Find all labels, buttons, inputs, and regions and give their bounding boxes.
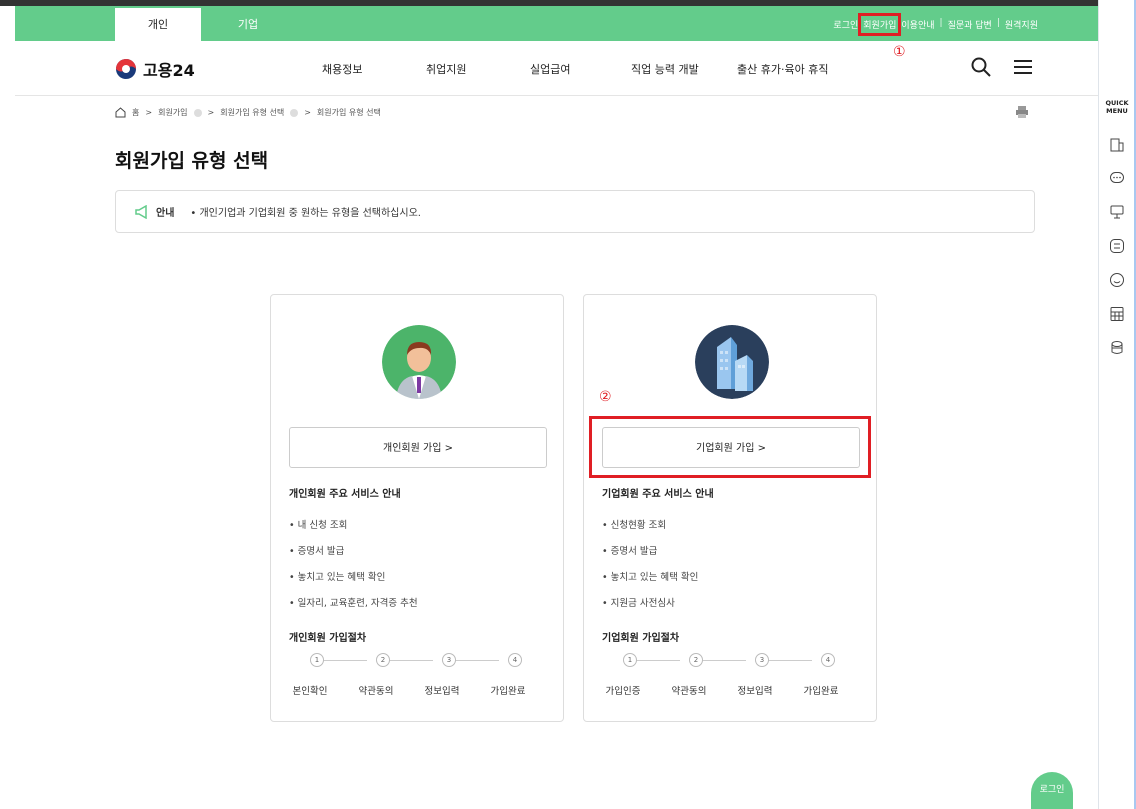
list-item: • 증명서 발급 bbox=[289, 546, 345, 557]
step-label: 본인확인 bbox=[292, 686, 328, 697]
list-item: • 놓치고 있는 혜택 확인 bbox=[602, 572, 699, 583]
list-item: • 지원금 사전심사 bbox=[602, 598, 675, 609]
company-steps-title: 기업회원 가입절차 bbox=[602, 633, 680, 644]
step-number: 1 bbox=[623, 653, 637, 667]
megaphone-icon bbox=[135, 204, 147, 219]
quick-menu-label-line: QUICK bbox=[1105, 99, 1129, 107]
step-label: 정보입력 bbox=[424, 686, 460, 697]
notice-box: 안내 • 개인기업과 기업회원 중 원하는 유형을 선택하십시오. bbox=[115, 190, 1035, 233]
list-item: • 증명서 발급 bbox=[602, 546, 658, 557]
breadcrumb: 홈 > 회원가입 > 회원가입 유형 선택 > 회원가입 유형 선택 bbox=[115, 107, 381, 118]
utility-links: 로그인 회원가입 이용안내 | 질문과 답변 | 원격지원 bbox=[833, 13, 1038, 36]
signup-link[interactable]: 회원가입 bbox=[858, 13, 902, 36]
tab-personal[interactable]: 개인 bbox=[115, 8, 201, 41]
highlight-box bbox=[589, 416, 871, 478]
breadcrumb-arrow: > bbox=[207, 108, 215, 117]
page: 개인 기업 로그인 회원가입 이용안내 | 질문과 답변 | 원격지원 ① 고용… bbox=[0, 0, 1136, 809]
gnb-item-jobs[interactable]: 채용정보 bbox=[322, 61, 362, 77]
site-logo[interactable]: 고용24 bbox=[115, 57, 195, 81]
header-divider bbox=[15, 95, 1098, 96]
database-icon[interactable] bbox=[1109, 340, 1125, 356]
company-member-card: 기업회원 가입 > 기업회원 주요 서비스 안내 • 신청현황 조회 • 증명서… bbox=[583, 294, 877, 722]
search-icon[interactable] bbox=[970, 56, 992, 78]
step-label: 약관동의 bbox=[671, 686, 707, 697]
list-item: • 일자리, 교육훈련, 자격증 추천 bbox=[289, 598, 418, 609]
personal-steps: 1 2 3 4 bbox=[301, 653, 541, 673]
breadcrumb-arrow: > bbox=[145, 108, 153, 117]
breadcrumb-current: 회원가입 유형 선택 bbox=[316, 108, 381, 117]
page-title: 회원가입 유형 선택 bbox=[115, 150, 269, 172]
top-bar: 개인 기업 로그인 회원가입 이용안내 | 질문과 답변 | 원격지원 bbox=[15, 6, 1098, 41]
step-label: 가입완료 bbox=[490, 686, 526, 697]
step-label: 가입완료 bbox=[803, 686, 839, 697]
gnb-item-training[interactable]: 직업 능력 개발 bbox=[631, 61, 699, 77]
quick-menu-bar: QUICK MENU bbox=[1098, 0, 1136, 809]
gnb-item-employment-support[interactable]: 취업지원 bbox=[426, 61, 466, 77]
personal-steps-title: 개인회원 가입절차 bbox=[289, 633, 367, 644]
step-number: 3 bbox=[442, 653, 456, 667]
breadcrumb-arrow: > bbox=[304, 108, 311, 117]
chat-icon[interactable] bbox=[1109, 170, 1125, 186]
guide-link[interactable]: 이용안내 bbox=[901, 18, 934, 31]
login-link[interactable]: 로그인 bbox=[833, 18, 858, 31]
gnb-item-leave[interactable]: 출산 휴가·육아 휴직 bbox=[737, 61, 828, 77]
list-item: • 놓치고 있는 혜택 확인 bbox=[289, 572, 386, 583]
list-item: • 신청현황 조회 bbox=[602, 520, 667, 531]
step-label: 가입인증 bbox=[605, 686, 641, 697]
qna-link[interactable]: 질문과 답변 bbox=[948, 18, 992, 31]
separator: | bbox=[996, 18, 1000, 28]
personal-signup-button[interactable]: 개인회원 가입 > bbox=[289, 427, 547, 468]
personal-member-card: 개인회원 가입 > 개인회원 주요 서비스 안내 • 내 신청 조회 • 증명서… bbox=[270, 294, 564, 722]
person-avatar-icon bbox=[382, 325, 456, 399]
step-number: 4 bbox=[508, 653, 522, 667]
personal-services-title: 개인회원 주요 서비스 안내 bbox=[289, 489, 401, 500]
breadcrumb-item[interactable]: 회원가입 유형 선택 bbox=[220, 107, 284, 118]
step-number: 3 bbox=[755, 653, 769, 667]
step-number: 4 bbox=[821, 653, 835, 667]
dropdown-dot-icon[interactable] bbox=[193, 108, 202, 117]
dropdown-dot-icon[interactable] bbox=[290, 108, 299, 117]
step-label: 약관동의 bbox=[358, 686, 394, 697]
notice-text: • 개인기업과 기업회원 중 원하는 유형을 선택하십시오. bbox=[190, 208, 421, 219]
floating-login-button[interactable]: 로그인 bbox=[1031, 772, 1073, 809]
step-number: 2 bbox=[376, 653, 390, 667]
smile-icon[interactable] bbox=[1109, 272, 1125, 288]
step-number: 1 bbox=[310, 653, 324, 667]
home-icon[interactable] bbox=[115, 107, 126, 118]
quick-menu-label: QUICK MENU bbox=[1103, 99, 1131, 115]
breadcrumb-item[interactable]: 회원가입 bbox=[158, 107, 187, 118]
remote-support-link[interactable]: 원격지원 bbox=[1005, 18, 1038, 31]
list-item: • 내 신청 조회 bbox=[289, 520, 348, 531]
building-icon bbox=[695, 325, 769, 399]
calculator-icon[interactable] bbox=[1109, 306, 1125, 322]
step-number: 2 bbox=[689, 653, 703, 667]
step-label: 정보입력 bbox=[737, 686, 773, 697]
gnb-item-unemployment[interactable]: 실업급여 bbox=[530, 61, 570, 77]
logo-text: 고용24 bbox=[143, 61, 195, 80]
faq-icon[interactable] bbox=[1109, 238, 1125, 254]
tab-company[interactable]: 기업 bbox=[205, 8, 291, 41]
notice-label: 안내 bbox=[156, 208, 175, 219]
annotation-one: ① bbox=[893, 44, 906, 60]
company-services-title: 기업회원 주요 서비스 안내 bbox=[602, 489, 714, 500]
company-steps: 1 2 3 4 bbox=[614, 653, 854, 673]
print-icon[interactable] bbox=[1015, 105, 1029, 119]
document-icon[interactable] bbox=[1109, 137, 1125, 153]
breadcrumb-home[interactable]: 홈 bbox=[132, 107, 139, 118]
quick-menu-label-line: MENU bbox=[1106, 107, 1128, 115]
menu-icon[interactable] bbox=[1012, 56, 1034, 78]
logo-icon bbox=[116, 59, 136, 79]
monitor-icon[interactable] bbox=[1109, 204, 1125, 220]
annotation-two: ② bbox=[599, 389, 612, 405]
separator: | bbox=[939, 18, 943, 28]
